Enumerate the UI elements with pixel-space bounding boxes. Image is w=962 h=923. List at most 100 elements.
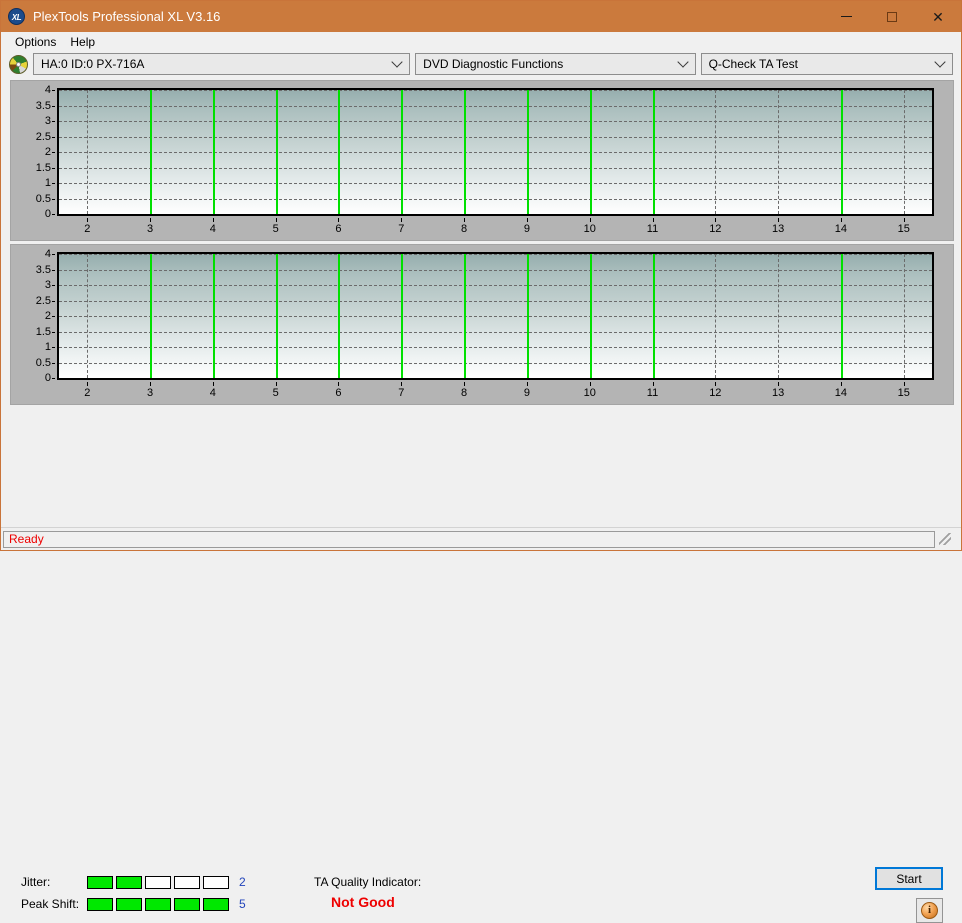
gridline-vertical bbox=[715, 254, 717, 378]
meter-segment bbox=[87, 897, 113, 911]
y-axis-tick-mark bbox=[52, 269, 55, 271]
peak-shift-boxes bbox=[87, 897, 229, 911]
y-axis-tick-label: 3.5 bbox=[35, 99, 51, 112]
x-axis-tick-mark bbox=[212, 218, 214, 222]
statusbar: Ready bbox=[1, 527, 961, 550]
test-select[interactable]: Q-Check TA Test bbox=[700, 53, 954, 75]
chevron-down-icon bbox=[676, 56, 689, 68]
selector-bar: HA:0 ID:0 PX-716A DVD Diagnostic Functio… bbox=[1, 51, 961, 77]
gridline-horizontal bbox=[59, 378, 932, 379]
marker-line bbox=[212, 254, 215, 378]
close-button[interactable]: ✕ bbox=[915, 1, 961, 32]
y-axis-tick-mark bbox=[52, 136, 55, 138]
gridline-horizontal bbox=[59, 347, 932, 348]
meter-segment bbox=[203, 875, 229, 889]
y-axis-tick-mark bbox=[52, 300, 55, 302]
x-axis-tick-label: 11 bbox=[646, 223, 659, 235]
x-axis-tick-label: 3 bbox=[147, 223, 154, 235]
marker-line bbox=[338, 90, 341, 214]
x-axis-tick-mark bbox=[464, 218, 466, 222]
meter-segment bbox=[87, 875, 113, 889]
start-button[interactable]: Start bbox=[875, 867, 943, 890]
gridline-horizontal bbox=[59, 90, 932, 91]
y-axis-tick-label: 1 bbox=[44, 341, 51, 353]
drive-select[interactable]: HA:0 ID:0 PX-716A bbox=[33, 53, 411, 75]
marker-line bbox=[652, 90, 655, 214]
y-axis-tick-label: 1.5 bbox=[35, 325, 51, 338]
y-axis-tick-mark bbox=[52, 347, 55, 348]
marker-line bbox=[526, 254, 529, 378]
y-axis-tick-label: 0.5 bbox=[35, 192, 51, 205]
menu-item-options[interactable]: Options bbox=[8, 33, 63, 51]
y-axis-tick-mark bbox=[52, 331, 55, 333]
marker-line bbox=[840, 254, 843, 378]
plot-area-top bbox=[57, 88, 934, 216]
info-button[interactable]: i bbox=[916, 898, 943, 923]
marker-line bbox=[652, 254, 655, 378]
minimize-button[interactable] bbox=[823, 1, 869, 32]
window-title: PlexTools Professional XL V3.16 bbox=[33, 9, 221, 24]
x-axis-tick-label: 15 bbox=[897, 387, 910, 399]
x-axis-tick-label: 10 bbox=[583, 223, 596, 235]
x-axis-tick-mark bbox=[87, 382, 89, 386]
y-axis-bottom: 0 0.5 1 1.5 2 2.5 3 3.5 4 bbox=[11, 248, 55, 384]
marker-line bbox=[464, 254, 467, 378]
maximize-icon bbox=[887, 11, 897, 22]
disc-drive-icon bbox=[9, 54, 28, 74]
gridline-horizontal bbox=[59, 331, 932, 333]
x-axis-tick-mark bbox=[275, 382, 277, 386]
y-axis-tick-mark bbox=[52, 152, 55, 153]
gridline-horizontal bbox=[59, 362, 932, 364]
x-axis-tick-label: 6 bbox=[335, 223, 342, 235]
gridline-horizontal bbox=[59, 183, 932, 184]
x-axis-tick-mark bbox=[903, 382, 905, 386]
gridline-horizontal bbox=[59, 198, 932, 200]
x-axis-tick-mark bbox=[589, 218, 591, 222]
x-axis-tick-mark bbox=[840, 218, 842, 222]
gridline-vertical bbox=[87, 90, 89, 214]
x-axis-tick-label: 12 bbox=[709, 387, 722, 399]
x-axis-tick-mark bbox=[150, 382, 152, 386]
gridline-horizontal bbox=[59, 167, 932, 169]
meter-segment bbox=[145, 897, 171, 911]
marker-line bbox=[464, 90, 467, 214]
gridline-horizontal bbox=[59, 136, 932, 138]
jitter-value: 2 bbox=[239, 875, 246, 889]
menu-item-help[interactable]: Help bbox=[63, 33, 102, 51]
x-axis-tick-label: 3 bbox=[147, 387, 154, 399]
resize-grip-icon[interactable] bbox=[939, 533, 951, 545]
function-select[interactable]: DVD Diagnostic Functions bbox=[415, 53, 696, 75]
y-axis-tick-label: 2.5 bbox=[35, 130, 51, 143]
x-axis-top: 2 3 4 5 6 7 8 9 10 11 12 13 14 15 bbox=[57, 218, 934, 238]
x-axis-tick-mark bbox=[338, 218, 340, 222]
gridline-vertical bbox=[87, 254, 89, 378]
charts-area: 0 0.5 1 1.5 2 2.5 3 3.5 4 2 3 4 5 6 7 8 9 10 11 12 13 14 15 0… bbox=[1, 77, 961, 405]
gridline-vertical bbox=[903, 254, 905, 378]
jitter-boxes bbox=[87, 875, 229, 889]
marker-line bbox=[840, 90, 843, 214]
marker-line bbox=[526, 90, 529, 214]
x-axis-tick-mark bbox=[589, 382, 591, 386]
x-axis-tick-label: 12 bbox=[709, 223, 722, 235]
test-select-value: Q-Check TA Test bbox=[708, 57, 798, 71]
marker-line bbox=[212, 90, 215, 214]
y-axis-tick-mark bbox=[52, 105, 55, 107]
y-axis-tick-label: 3 bbox=[44, 115, 51, 127]
y-axis-tick-label: 4 bbox=[44, 248, 51, 260]
gridline-vertical bbox=[778, 90, 780, 214]
y-axis-tick-mark bbox=[52, 183, 55, 184]
x-axis-tick-label: 5 bbox=[272, 387, 279, 399]
gridline-horizontal bbox=[59, 300, 932, 302]
marker-line bbox=[589, 90, 592, 214]
x-axis-bottom: 2 3 4 5 6 7 8 9 10 11 12 13 14 15 bbox=[57, 382, 934, 402]
titlebar: XL PlexTools Professional XL V3.16 ✕ bbox=[1, 1, 961, 32]
y-axis-tick-mark bbox=[52, 378, 55, 379]
x-axis-tick-label: 8 bbox=[461, 387, 468, 399]
gridline-vertical bbox=[715, 90, 717, 214]
meter-segment bbox=[174, 897, 200, 911]
maximize-button[interactable] bbox=[869, 1, 915, 32]
x-axis-tick-mark bbox=[778, 382, 780, 386]
y-axis-tick-label: 1 bbox=[44, 177, 51, 189]
plextools-window: XL PlexTools Professional XL V3.16 ✕ Opt… bbox=[0, 0, 962, 923]
x-axis-tick-label: 7 bbox=[398, 223, 405, 235]
